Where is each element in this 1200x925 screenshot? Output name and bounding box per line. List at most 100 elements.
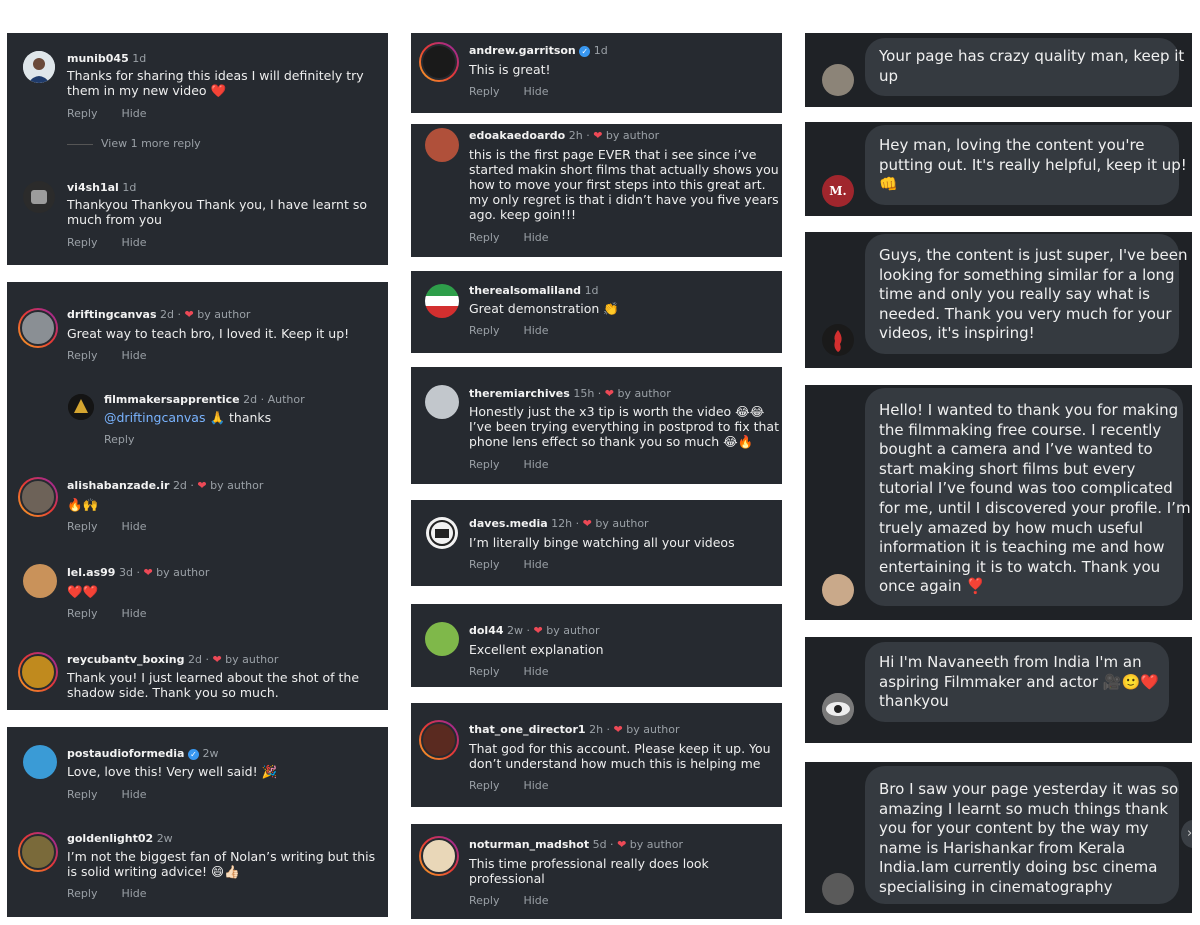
username[interactable]: daves.media [469, 517, 548, 530]
hide-button[interactable]: Hide [523, 779, 548, 792]
comment-text: @driftingcanvas 🙏 thanks [104, 410, 271, 425]
message-line: name is Harishankar from Kerala [879, 838, 1126, 857]
avatar[interactable] [425, 385, 459, 419]
avatar[interactable] [419, 836, 459, 876]
avatar[interactable] [425, 284, 459, 318]
verified-badge-icon: ✓ [187, 748, 199, 760]
username[interactable]: lel.as99 [67, 566, 115, 579]
reply-button[interactable]: Reply [67, 107, 97, 120]
avatar[interactable] [18, 652, 58, 692]
hide-button[interactable]: Hide [523, 458, 548, 471]
avatar[interactable] [425, 516, 459, 550]
reply-button[interactable]: Reply [67, 607, 97, 620]
username[interactable]: driftingcanvas [67, 308, 157, 321]
hide-button[interactable]: Hide [121, 887, 146, 900]
username[interactable]: noturman_madshot [469, 838, 589, 851]
reply-button[interactable]: Reply [469, 665, 499, 678]
avatar[interactable] [18, 477, 58, 517]
comment-meta: reycubantv_boxing 2d · ❤ by author [67, 653, 278, 666]
hide-button[interactable]: Hide [121, 788, 146, 801]
comment-line: this is the first page EVER that i see s… [469, 147, 757, 162]
username[interactable]: reycubantv_boxing [67, 653, 184, 666]
comment-card: daves.media 12h · ❤ by author I’m litera… [411, 500, 782, 586]
comment-meta: andrew.garritson ✓ 1d [469, 44, 608, 57]
comment-card: postaudioformedia ✓ 2w Love, love this! … [7, 727, 388, 917]
mention-link[interactable]: @driftingcanvas [104, 410, 205, 425]
username[interactable]: filmmakersapprentice [104, 393, 240, 406]
username[interactable]: vi4sh1al [67, 181, 119, 194]
message-line: looking for something similar for a long [879, 265, 1175, 284]
username[interactable]: goldenlight02 [67, 832, 153, 845]
hide-button[interactable]: Hide [121, 107, 146, 120]
hide-button[interactable]: Hide [523, 665, 548, 678]
avatar[interactable] [23, 51, 55, 83]
avatar[interactable] [425, 622, 459, 656]
message-bubble: Hey man, loving the content you're putti… [865, 125, 1187, 205]
hide-button[interactable]: Hide [121, 607, 146, 620]
hide-button[interactable]: Hide [523, 85, 548, 98]
hide-button[interactable]: Hide [523, 558, 548, 571]
reply-button[interactable]: Reply [67, 236, 97, 249]
avatar[interactable] [822, 873, 854, 905]
avatar[interactable] [419, 720, 459, 760]
reply-button[interactable]: Reply [67, 520, 97, 533]
liked-by-author: by author [595, 517, 649, 530]
reply-button[interactable]: Reply [469, 558, 499, 571]
view-more-replies[interactable]: View 1 more reply [67, 137, 225, 150]
username[interactable]: andrew.garritson [469, 44, 576, 57]
avatar[interactable] [822, 324, 854, 356]
scroll-arrow-button[interactable]: › [1181, 820, 1192, 848]
avatar[interactable] [822, 693, 854, 725]
message-line: aspiring Filmmaker and actor 🎥🙂❤️ [879, 672, 1159, 691]
reply-button[interactable]: Reply [469, 324, 499, 337]
comment-card: dol44 2w · ❤ by author Excellent explana… [411, 604, 782, 687]
comment-actions: Reply Hide [67, 520, 171, 533]
comment-actions: Reply Hide [469, 458, 573, 471]
reply-button[interactable]: Reply [67, 887, 97, 900]
username[interactable]: edoakaedoardo [469, 129, 565, 142]
message-card: Guys, the content is just super, I've be… [805, 232, 1192, 368]
liked-by-author: by author [546, 624, 600, 637]
comment-text: This is great! [469, 62, 551, 77]
username[interactable]: therealsomaliland [469, 284, 581, 297]
comment-line: Great demonstration 👏 [469, 301, 619, 316]
hide-button[interactable]: Hide [523, 894, 548, 907]
comment-actions: Reply Hide [67, 236, 171, 249]
hide-button[interactable]: Hide [121, 520, 146, 533]
reply-button[interactable]: Reply [469, 458, 499, 471]
avatar[interactable] [419, 42, 459, 82]
reply-button[interactable]: Reply [67, 788, 97, 801]
avatar[interactable] [425, 128, 459, 162]
avatar[interactable] [18, 832, 58, 872]
username[interactable]: munib045 [67, 52, 129, 65]
comment-time: 2d · [172, 479, 194, 492]
liked-by-author: by author [210, 479, 264, 492]
username[interactable]: alishabanzade.ir [67, 479, 169, 492]
hide-button[interactable]: Hide [121, 349, 146, 362]
avatar[interactable] [23, 181, 55, 213]
reply-button[interactable]: Reply [469, 894, 499, 907]
reply-button[interactable]: Reply [469, 231, 499, 244]
reply-button[interactable]: Reply [469, 85, 499, 98]
username[interactable]: theremiarchives [469, 387, 570, 400]
reply-button[interactable]: Reply [104, 433, 134, 446]
hide-button[interactable]: Hide [523, 324, 548, 337]
message-card: M. Hey man, loving the content you're pu… [805, 122, 1192, 216]
hide-button[interactable]: Hide [523, 231, 548, 244]
comment-text: Honestly just the x3 tip is worth the vi… [469, 404, 779, 449]
comment-meta: lel.as99 3d · ❤ by author [67, 566, 209, 579]
avatar[interactable] [822, 574, 854, 606]
avatar[interactable] [23, 564, 57, 598]
reply-button[interactable]: Reply [67, 349, 97, 362]
avatar[interactable] [822, 64, 854, 96]
avatar[interactable] [23, 745, 57, 779]
username[interactable]: postaudioformedia [67, 747, 184, 760]
avatar[interactable] [18, 308, 58, 348]
avatar[interactable]: M. [822, 175, 854, 207]
reply-button[interactable]: Reply [469, 779, 499, 792]
username[interactable]: that_one_director1 [469, 723, 586, 736]
avatar[interactable] [68, 394, 94, 420]
message-line: time and only you really say what is [879, 285, 1150, 304]
hide-button[interactable]: Hide [121, 236, 146, 249]
username[interactable]: dol44 [469, 624, 504, 637]
